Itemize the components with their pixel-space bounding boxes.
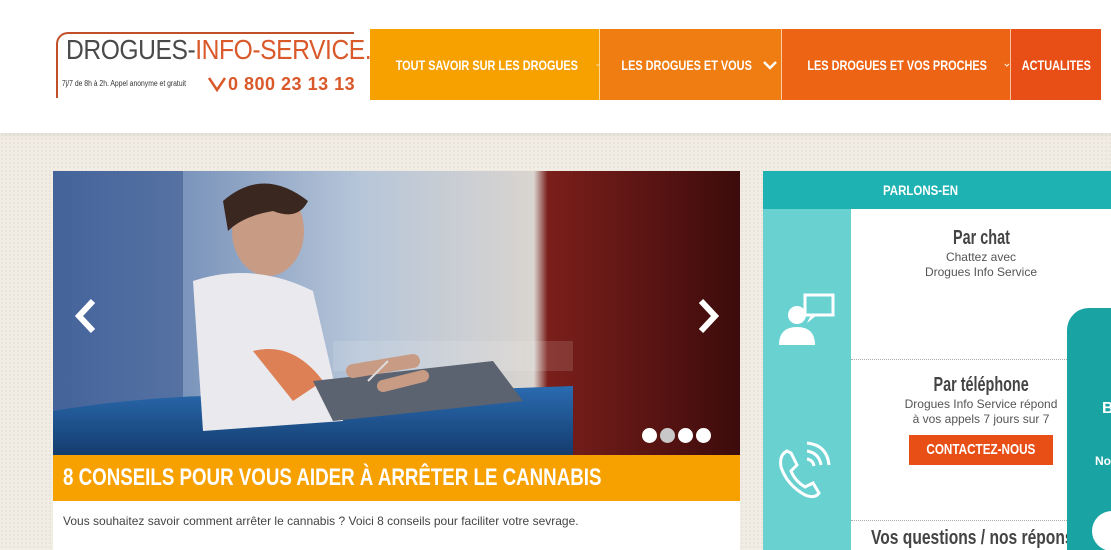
nav-item-label: LES DROGUES ET VOS PROCHES [807,56,987,73]
slider-dot-4[interactable] [696,428,711,443]
logo-check-icon [208,77,226,92]
slider-dot-2[interactable] [660,428,675,443]
nav-item-drogues-et-proches[interactable]: LES DROGUES ET VOS PROCHES [782,29,1011,100]
logo-title-part1: DROGUES- [66,34,196,65]
chat-person-icon[interactable] [777,289,835,347]
panel-heading-text: PARLONS-EN [883,182,959,198]
nav-item-label: ACTUALITES [1021,56,1091,73]
slider-dots [642,428,711,443]
panel-icon-column [763,209,851,550]
nav-item-label: TOUT SAVOIR SUR LES DROGUES [395,56,578,73]
logo-title: DROGUES-INFO-SERVICE.FR [66,34,404,66]
slide-title-link[interactable]: 8 CONSEILS POUR VOUS AIDER À ARRÊTER LE … [53,455,740,501]
widget-text-b: B [1102,400,1111,417]
floating-chat-widget[interactable]: B No [1067,308,1111,550]
questions-heading[interactable]: Vos questions / nos répons [871,527,1074,550]
parlons-en-panel: PARLONS-EN Par chat Chattez avec Drogues… [763,171,1111,550]
slider-dot-3[interactable] [678,428,693,443]
slider-prev-arrow-icon[interactable] [71,296,101,336]
slider-next-arrow-icon[interactable] [693,296,723,336]
widget-text-no: No [1095,454,1111,468]
logo-phone-number: 0 800 23 13 13 [228,74,356,94]
slide-title: 8 CONSEILS POUR VOUS AIDER À ARRÊTER LE … [63,464,602,491]
slide-description-box: Vous souhaitez savoir comment arrêter le… [53,501,740,550]
nav-item-tout-savoir[interactable]: TOUT SAVOIR SUR LES DROGUES [370,29,600,100]
logo-hours: 7j/7 de 8h à 2h. Appel anonyme et gratui… [62,79,187,88]
nav-item-label: LES DROGUES ET VOUS [621,56,752,73]
nav-item-actualites[interactable]: ACTUALITES [1011,29,1101,100]
phone-title: Par téléphone [933,374,1029,396]
widget-button[interactable] [1092,511,1111,550]
chat-line2: Drogues Info Service [924,265,1038,279]
contact-us-label: CONTACTEZ-NOUS [926,441,1036,458]
slide-photo [53,171,740,455]
nav-item-drogues-et-vous[interactable]: LES DROGUES ET VOUS [600,29,782,100]
chat-line1: Chattez avec [945,250,1017,264]
main-nav: TOUT SAVOIR SUR LES DROGUES LES DROGUES … [370,29,1101,100]
chat-title: Par chat [952,227,1010,249]
chevron-down-icon [595,63,599,66]
panel-heading: PARLONS-EN [763,171,1111,209]
chevron-down-icon [1004,63,1010,67]
hero-slider [53,171,740,455]
chat-service[interactable]: Par chat Chattez avec Drogues Info Servi… [851,227,1111,280]
site-header: DROGUES-INFO-SERVICE.FR 7j/7 de 8h à 2h.… [0,0,1111,133]
phone-signal-icon[interactable] [773,441,833,503]
chevron-down-icon [763,60,778,70]
site-logo[interactable]: DROGUES-INFO-SERVICE.FR 7j/7 de 8h à 2h.… [56,32,404,98]
slide-description: Vous souhaitez savoir comment arrêter le… [63,514,579,528]
slider-dot-1[interactable] [642,428,657,443]
contact-us-button[interactable]: CONTACTEZ-NOUS [909,435,1053,465]
